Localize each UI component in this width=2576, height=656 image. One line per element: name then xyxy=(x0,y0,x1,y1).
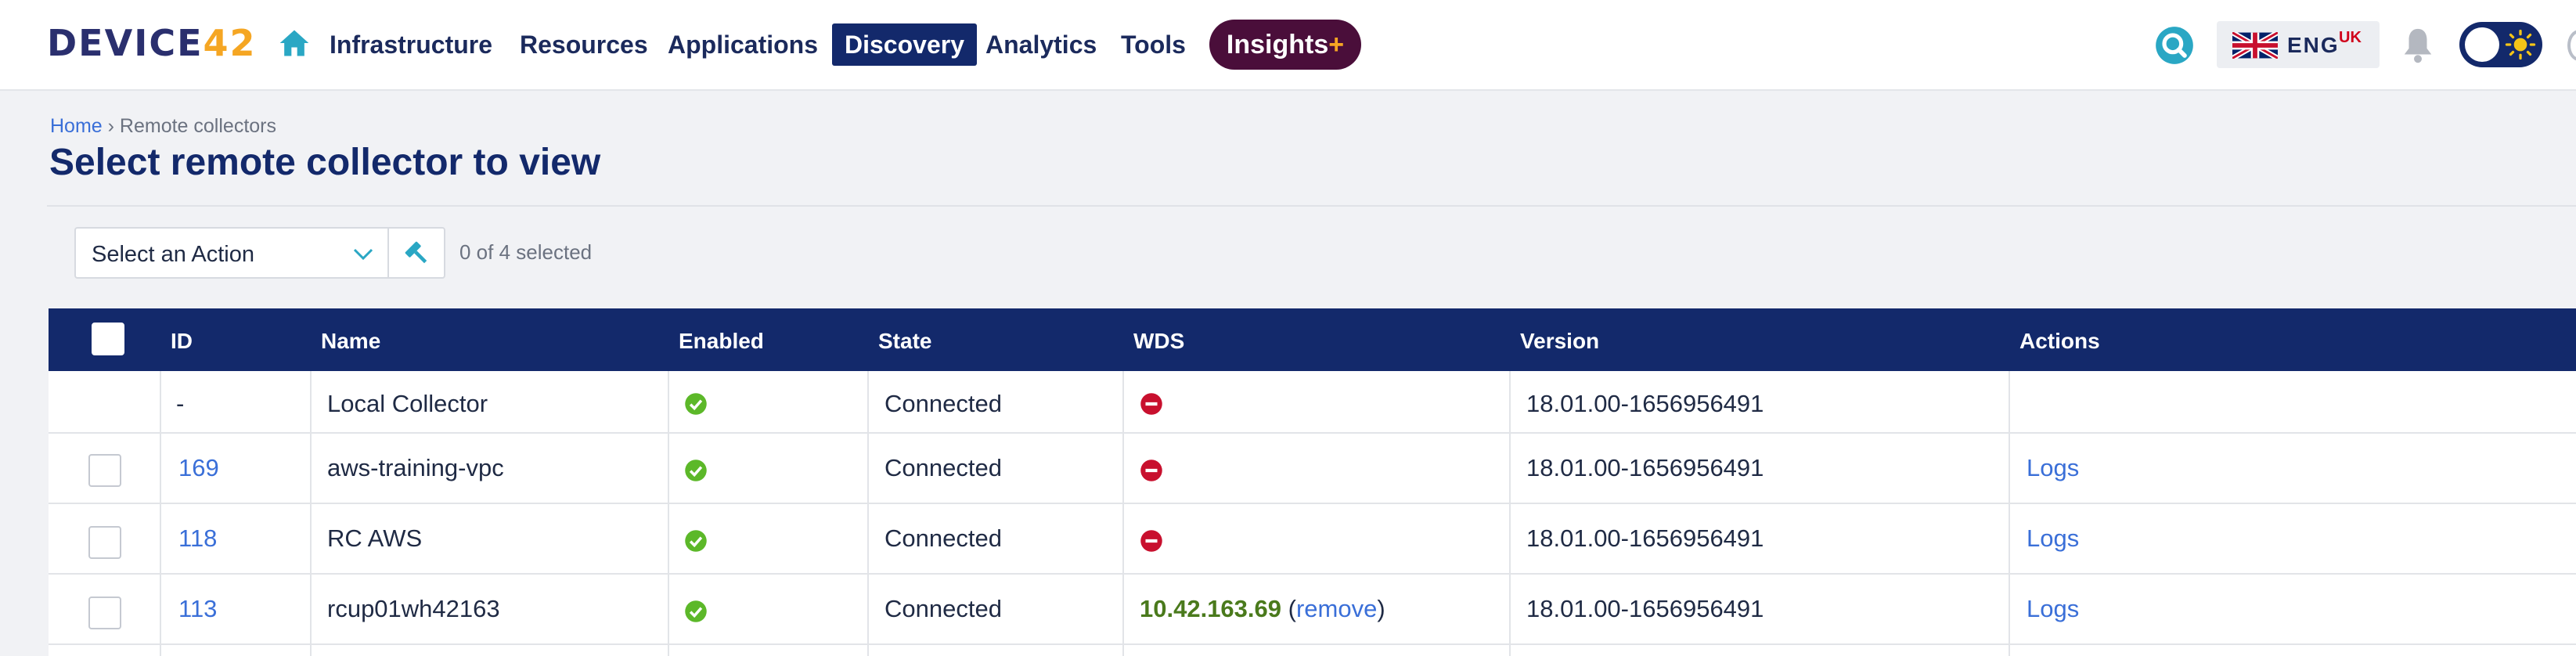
breadcrumb-current: Remote collectors xyxy=(119,115,276,137)
wds-paren-open: ( xyxy=(1288,595,1296,622)
language-selector[interactable]: ENG UK xyxy=(2217,21,2380,68)
cell-version: 18.01.00-1656956491 xyxy=(1526,524,1764,552)
logs-link[interactable]: Logs xyxy=(2027,524,2079,553)
cell-version: 18.01.00-1656956491 xyxy=(1526,595,1764,622)
action-select[interactable]: Select an Action xyxy=(74,227,445,279)
nav-tools[interactable]: Tools xyxy=(1121,23,1186,66)
logs-link[interactable]: Logs xyxy=(2027,454,2079,482)
wds-ip: 10.42.163.69 xyxy=(1140,595,1282,622)
logs-link[interactable]: Logs xyxy=(2027,595,2079,623)
cell-state: Connected xyxy=(884,390,1002,417)
breadcrumb-separator: › xyxy=(107,115,114,137)
cell-id-link[interactable]: 118 xyxy=(178,524,217,553)
language-region: UK xyxy=(2339,29,2362,46)
notifications-bell-icon[interactable] xyxy=(2400,25,2436,66)
header-enabled[interactable]: Enabled xyxy=(679,329,764,354)
row-checkbox[interactable] xyxy=(88,597,121,629)
page-title: Select remote collector to view xyxy=(49,142,601,183)
search-icon[interactable] xyxy=(2154,25,2195,66)
table-row: 118 RC AWS Connected 18.01.00-1656956491… xyxy=(49,506,2576,575)
divider xyxy=(47,205,2576,207)
insights-button[interactable]: Insights+ xyxy=(1209,20,1361,70)
cell-version: 18.01.00-1656956491 xyxy=(1526,390,1764,417)
cell-name: rcup01wh42163 xyxy=(327,595,500,622)
cell-wds: 10.42.163.69 (remove) xyxy=(1140,595,1385,623)
cell-state: Connected xyxy=(884,454,1002,481)
cell-id-link[interactable]: 113 xyxy=(178,595,217,623)
enabled-check-icon xyxy=(685,530,707,552)
header-actions: Actions xyxy=(2019,329,2100,353)
row-checkbox[interactable] xyxy=(88,526,121,559)
remote-collectors-table: ID Name Enabled State WDS Version Action… xyxy=(49,308,2576,656)
sun-icon xyxy=(2505,29,2536,60)
action-select-label: Select an Action xyxy=(92,242,254,267)
header-state[interactable]: State xyxy=(878,329,931,354)
selected-count: 0 of 4 selected xyxy=(459,240,593,264)
table-row: - Local Collector Connected 18.01.00-165… xyxy=(49,371,2576,434)
header-wds[interactable]: WDS xyxy=(1133,329,1184,354)
disabled-icon xyxy=(1140,460,1162,481)
nav-resources[interactable]: Resources xyxy=(520,23,648,66)
header-name[interactable]: Name xyxy=(321,329,380,354)
top-navigation-bar: DEVICE42 Infrastructure Resources Applic… xyxy=(0,0,2576,91)
nav-discovery[interactable]: Discovery xyxy=(832,23,977,66)
cell-state: Connected xyxy=(884,595,1002,622)
breadcrumb: Home › Remote collectors xyxy=(50,115,276,138)
chevron-down-icon xyxy=(353,248,373,261)
cell-id-link[interactable]: 169 xyxy=(178,454,219,482)
disabled-icon xyxy=(1140,530,1162,552)
toggle-knob xyxy=(2465,27,2499,62)
nav-infrastructure[interactable]: Infrastructure xyxy=(330,23,492,66)
cell-name: Local Collector xyxy=(327,390,488,417)
header-version[interactable]: Version xyxy=(1520,329,1599,354)
wds-remove-link[interactable]: remove xyxy=(1296,595,1377,622)
run-action-hammer-icon[interactable] xyxy=(403,240,431,268)
device42-logo[interactable]: DEVICE42 xyxy=(47,23,257,63)
enabled-check-icon xyxy=(685,460,707,481)
table-row: 169 aws-training-vpc Connected 18.01.00-… xyxy=(49,435,2576,504)
nav-analytics[interactable]: Analytics xyxy=(985,23,1097,66)
header-id[interactable]: ID xyxy=(171,329,193,354)
select-all-checkbox[interactable] xyxy=(92,323,124,355)
nav-applications[interactable]: Applications xyxy=(668,23,818,66)
cell-name: aws-training-vpc xyxy=(327,454,504,481)
enabled-check-icon xyxy=(685,600,707,622)
disabled-icon xyxy=(1140,393,1162,415)
cell-id: - xyxy=(176,390,185,417)
table-header: ID Name Enabled State WDS Version Action… xyxy=(49,308,2576,371)
user-menu-icon[interactable] xyxy=(2567,30,2576,61)
row-checkbox[interactable] xyxy=(88,454,121,487)
enabled-check-icon xyxy=(685,393,707,415)
theme-toggle[interactable] xyxy=(2459,22,2542,67)
uk-flag-icon xyxy=(2232,32,2278,59)
wds-paren-close: ) xyxy=(1377,595,1385,622)
cell-state: Connected xyxy=(884,524,1002,552)
cell-name: RC AWS xyxy=(327,524,423,552)
home-icon[interactable] xyxy=(277,26,312,60)
divider xyxy=(387,229,389,277)
table-row: 113 rcup01wh42163 Connected 10.42.163.69… xyxy=(49,576,2576,645)
cell-version: 18.01.00-1656956491 xyxy=(1526,454,1764,481)
breadcrumb-home-link[interactable]: Home xyxy=(50,115,103,137)
language-code: ENG xyxy=(2287,33,2340,57)
